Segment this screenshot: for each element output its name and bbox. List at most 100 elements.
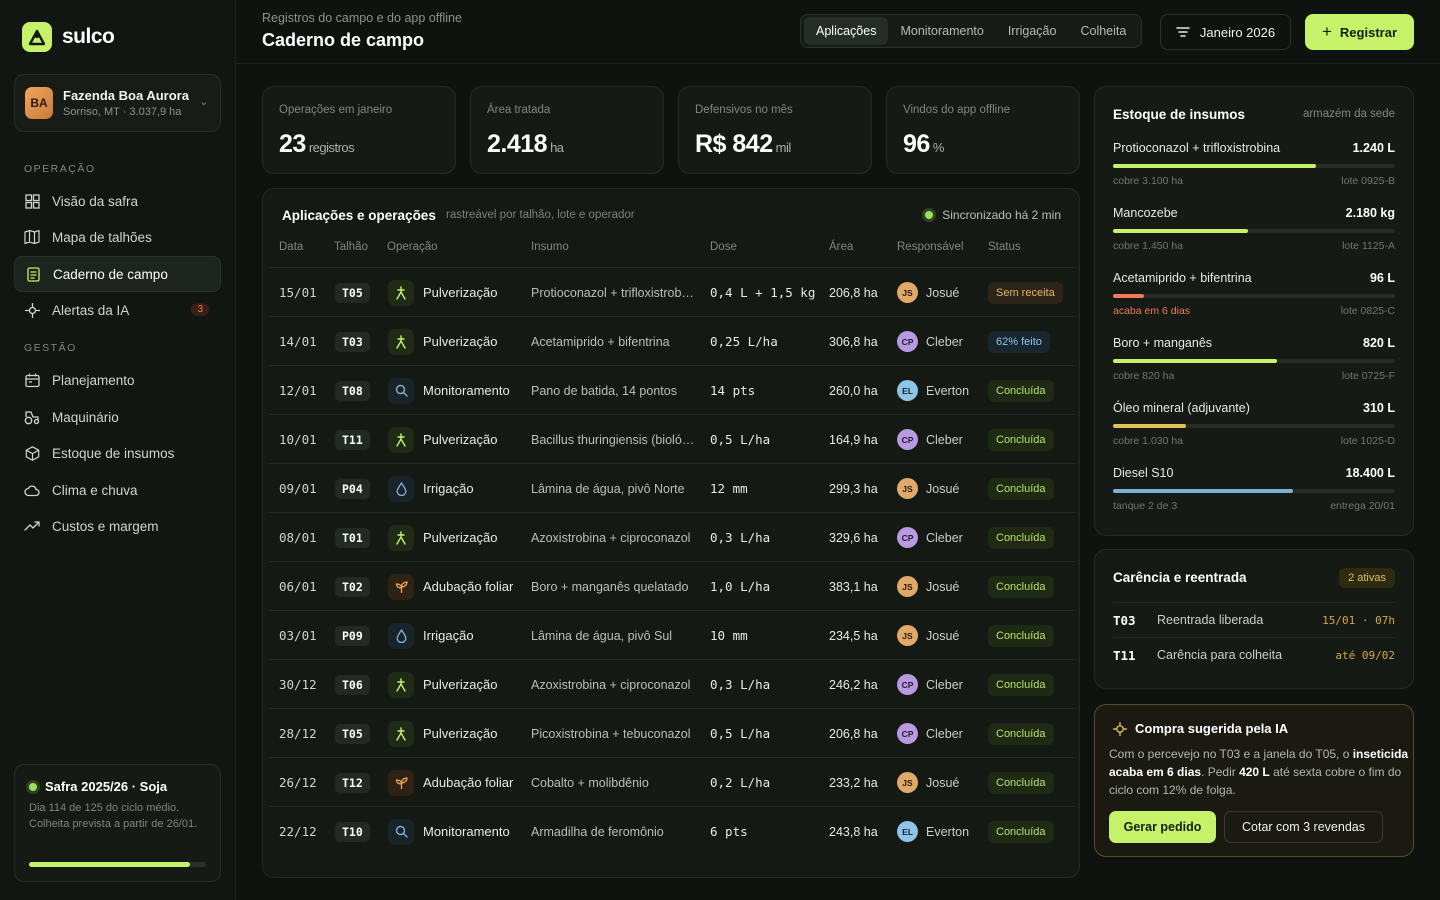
sidebar-item-label: Caderno de campo (53, 266, 168, 282)
sidebar-item-estoque-de-insumos[interactable]: Estoque de insumos (14, 435, 221, 471)
table-row[interactable]: 28/12 T05 Pulverização Picoxistrobina + teb… (269, 708, 1075, 757)
leaf-icon (388, 573, 414, 600)
farm-avatar: BA (25, 87, 53, 119)
ai-suggestion-card: Compra sugerida pela IA Com o percevejo … (1094, 704, 1414, 857)
farm-selector[interactable]: BA Fazenda Boa Aurora Sorriso, MT · 3.03… (14, 74, 221, 132)
operations-table-card: Aplicações e operações rastreável por ta… (262, 188, 1080, 878)
status-badge: Concluída (988, 673, 1054, 696)
sidebar-item-mapa-de-talhoes[interactable]: Mapa de talhões (14, 219, 221, 255)
sidebar-item-label: Mapa de talhões (52, 229, 152, 245)
sidebar-item-custos-e-margem[interactable]: Custos e margem (14, 508, 221, 544)
chevron-down-icon: ⌄ (199, 97, 208, 108)
stock-coverage: cobre 1.030 ha (1113, 435, 1184, 447)
kpi-value: 2.418 (487, 130, 548, 158)
sidebar-item-caderno-de-campo[interactable]: Caderno de campo (14, 256, 221, 292)
generate-order-button[interactable]: Gerar pedido (1109, 811, 1216, 843)
row-area: 234,5 ha (829, 628, 878, 643)
row-date: 09/01 (279, 481, 317, 496)
tab-monitoramento[interactable]: Monitoramento (888, 17, 995, 45)
tab-irrigacao[interactable]: Irrigação (996, 17, 1069, 45)
grid-icon (24, 193, 40, 209)
carencia-desc: Carência para colheita (1157, 648, 1283, 662)
row-input: Azoxistrobina + ciproconazol (531, 530, 691, 545)
row-area: 206,8 ha (829, 726, 878, 741)
table-row[interactable]: 06/01 T02 Adubação foliar Boro + manganês q… (269, 561, 1075, 610)
row-responsible: Cleber (926, 334, 963, 349)
row-input: Cobalto + molibdênio (531, 775, 649, 790)
tab-colheita[interactable]: Colheita (1068, 17, 1138, 45)
stock-item[interactable]: Óleo mineral (adjuvante) 310 L cobre 1.030… (1113, 401, 1395, 461)
spray-icon (388, 524, 414, 551)
row-area: 246,2 ha (829, 677, 878, 692)
col-insumo[interactable]: Insumo (531, 241, 569, 253)
stock-item[interactable]: Protioconazol + trifloxistrobina 1.240 L c… (1113, 141, 1395, 201)
col-operacao[interactable]: Operação (387, 241, 438, 253)
stock-lot: lote 0825-C (1340, 305, 1395, 317)
carencia-row[interactable]: T03 Reentrada liberada 15/01 · 07h (1113, 602, 1395, 637)
stock-coverage: tanque 2 de 3 (1113, 500, 1178, 512)
row-input: Armadilha de feromônio (531, 824, 664, 839)
row-operation: Pulverização (423, 285, 498, 300)
col-dose[interactable]: Dose (710, 241, 737, 253)
kpi-label: Defensivos no mês (695, 104, 793, 116)
row-area: 383,1 ha (829, 579, 878, 594)
table-row[interactable]: 14/01 T03 Pulverização Acetamiprido + bifen… (269, 316, 1075, 365)
kpi-unit: registros (308, 140, 355, 155)
stock-coverage: cobre 820 ha (1113, 370, 1175, 382)
avatar: JS (897, 282, 918, 303)
plot-badge: T10 (335, 821, 370, 842)
month-filter-button[interactable]: Janeiro 2026 (1160, 14, 1291, 50)
table-row[interactable]: 26/12 T12 Adubação foliar Cobalto + molibdê… (269, 757, 1075, 806)
sidebar-item-visao-da-safra[interactable]: Visão da safra (14, 183, 221, 219)
brand-logo[interactable]: sulco (22, 22, 115, 52)
stock-qty: 820 L (1363, 336, 1395, 350)
table-row[interactable]: 08/01 T01 Pulverização Azoxistrobina + cipr… (269, 512, 1075, 561)
col-talhao[interactable]: Talhão (334, 241, 368, 253)
stock-name: Diesel S10 (1113, 466, 1174, 480)
status-badge: Concluída (988, 722, 1054, 745)
row-area: 233,2 ha (829, 775, 878, 790)
carencia-card: Carência e reentrada 2 ativas T03 Reentr… (1094, 549, 1414, 689)
stock-item[interactable]: Acetamiprido + bifentrina 96 L acaba em 6 … (1113, 271, 1395, 331)
row-responsible: Cleber (926, 530, 963, 545)
stock-level-fill (1113, 164, 1317, 168)
table-row[interactable]: 30/12 T06 Pulverização Azoxistrobina + cipr… (269, 659, 1075, 708)
table-row[interactable]: 12/01 T08 Monitoramento Pano de batida, 14 … (269, 365, 1075, 414)
stock-item[interactable]: Boro + manganês 820 L cobre 820 ha lote 072… (1113, 336, 1395, 396)
row-input: Picoxistrobina + tebuconazol (531, 726, 691, 741)
table-row[interactable]: 10/01 T11 Pulverização Bacillus thuringiens… (269, 414, 1075, 463)
stock-qty: 2.180 kg (1345, 206, 1395, 220)
month-label: Janeiro 2026 (1199, 24, 1276, 40)
avatar: CP (897, 674, 918, 695)
row-input: Lâmina de água, pivô Sul (531, 628, 673, 643)
col-status[interactable]: Status (988, 241, 1021, 253)
col-responsavel[interactable]: Responsável (897, 241, 963, 253)
sidebar-item-planejamento[interactable]: Planejamento (14, 362, 221, 398)
avatar: EL (897, 380, 918, 401)
table-row[interactable]: 03/01 P09 Irrigação Lâmina de água, pivô Su… (269, 610, 1075, 659)
row-dose: 0,5 L/ha (710, 432, 771, 447)
quote-resellers-button[interactable]: Cotar com 3 revendas (1224, 811, 1383, 843)
sidebar-item-clima-e-chuva[interactable]: Clima e chuva (14, 472, 221, 508)
stock-lot: entrega 20/01 (1330, 500, 1395, 512)
row-dose: 0,25 L/ha (710, 334, 778, 349)
table-row[interactable]: 22/12 T10 Monitoramento Armadilha de feromô… (269, 806, 1075, 855)
stock-item[interactable]: Mancozebe 2.180 kg cobre 1.450 ha lote 1125… (1113, 206, 1395, 266)
col-data[interactable]: Data (279, 241, 303, 253)
stock-lot: lote 0725-F (1341, 370, 1395, 382)
carencia-row[interactable]: T11 Carência para colheita até 09/02 (1113, 637, 1395, 672)
stock-coverage: cobre 3.100 ha (1113, 175, 1184, 187)
tab-aplicacoes[interactable]: Aplicações (804, 17, 889, 45)
row-operation: Pulverização (423, 530, 498, 545)
table-row[interactable]: 09/01 P04 Irrigação Lâmina de água, pivô No… (269, 463, 1075, 512)
sidebar-item-maquinario[interactable]: Maquinário (14, 399, 221, 435)
ai-description: Com o percevejo no T03 e a janela do T05… (1109, 745, 1409, 799)
farm-name: Fazenda Boa Aurora (63, 88, 189, 103)
col-area[interactable]: Área (829, 241, 853, 253)
avatar: EL (897, 821, 918, 842)
stock-lot: lote 1025-D (1340, 435, 1395, 447)
table-row[interactable]: 15/01 T05 Pulverização Protioconazol + trif… (269, 267, 1075, 316)
stock-item[interactable]: Diesel S10 18.400 L tanque 2 de 3 entrega 2… (1113, 466, 1395, 526)
register-button[interactable]: + Registrar (1305, 14, 1414, 50)
sidebar-item-alertas-da-ia[interactable]: Alertas da IA 3 (14, 292, 221, 328)
